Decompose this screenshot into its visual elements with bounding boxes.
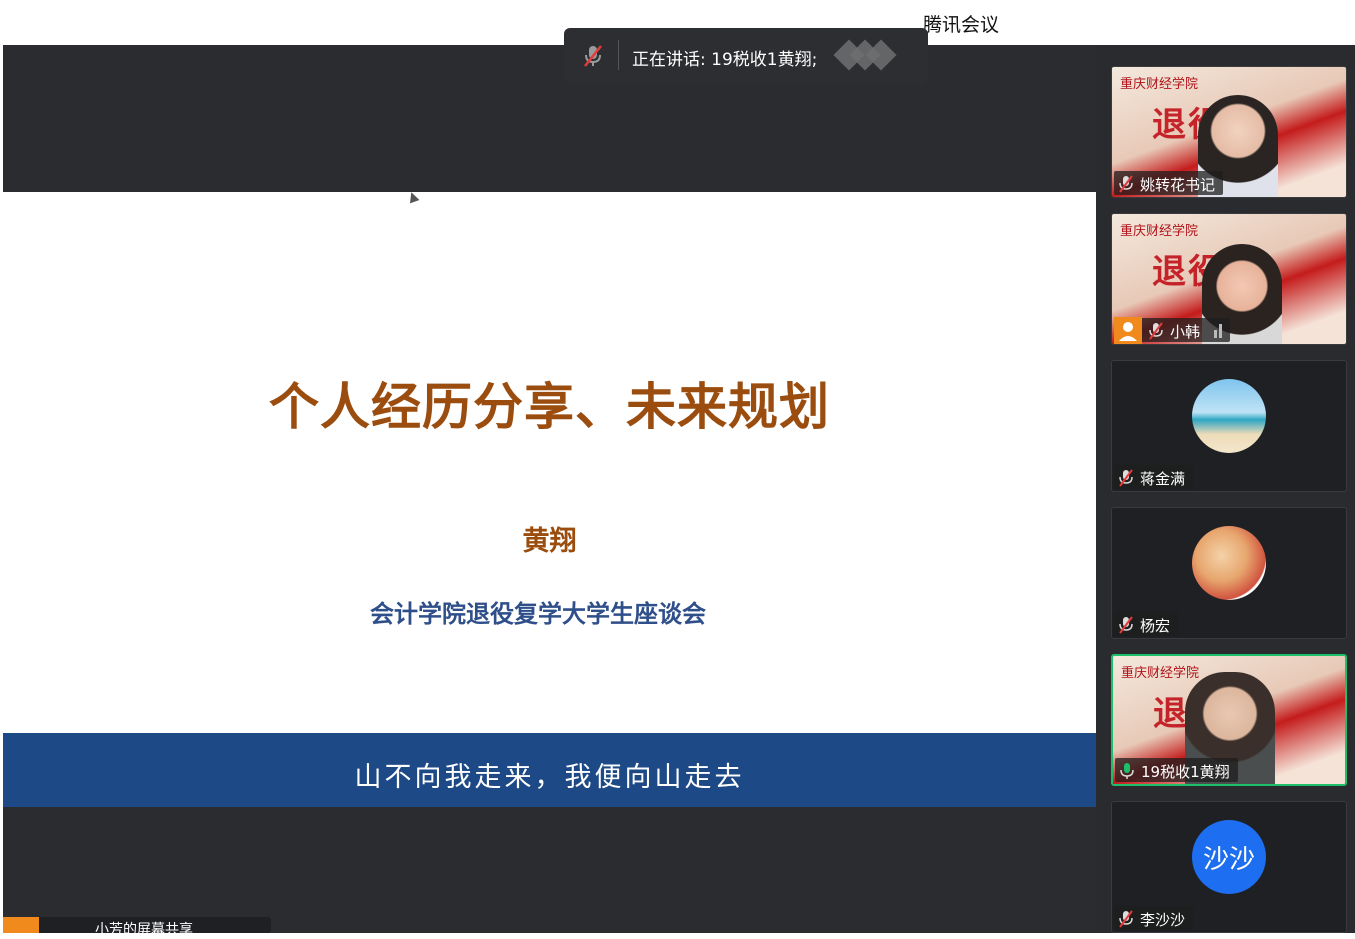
slide-title: 个人经历分享、未来规划 xyxy=(269,378,830,436)
beach-avatar xyxy=(1192,379,1266,453)
participant-name: 姚转花书记 xyxy=(1140,175,1216,194)
presentation-slide: 个人经历分享、未来规划 黄翔 会计学院退役复学大学生座谈会 山不向我走来，我便向… xyxy=(3,192,1096,807)
screen-share-label-text: 小芳的屏幕共享 xyxy=(95,922,193,938)
host-user-icon xyxy=(3,917,39,933)
signal-bars-icon xyxy=(1214,324,1223,338)
mic-muted-icon xyxy=(1119,469,1133,487)
cartoon-avatar xyxy=(1192,526,1266,600)
initials-avatar: 沙沙 xyxy=(1192,820,1266,894)
mic-muted-icon[interactable] xyxy=(582,44,604,68)
participant-tile[interactable]: 重庆财经学院 退役 志 姚转花书记 xyxy=(1111,66,1347,198)
background-school-name: 重庆财经学院 xyxy=(1120,224,1199,239)
participant-name: 19税收1黄翔 xyxy=(1141,762,1230,781)
mic-muted-icon xyxy=(1119,616,1133,634)
participant-name-label: 小韩 xyxy=(1114,317,1231,344)
slide-subtitle: 会计学院退役复学大学生座谈会 xyxy=(370,600,706,628)
participant-tile[interactable]: 重庆财经学院 退役 志 小韩 xyxy=(1111,213,1347,345)
participant-name-label: 李沙沙 xyxy=(1114,906,1194,930)
mic-muted-icon xyxy=(1119,910,1133,928)
window-title: 腾讯会议 xyxy=(923,14,1000,36)
speaking-text: 正在讲话: 19税收1黄翔; xyxy=(632,50,818,70)
participant-name-label: 19税收1黄翔 xyxy=(1115,758,1238,782)
participant-tile-active-speaker[interactable]: 重庆财经学院 退 志 19税收1黄翔 xyxy=(1111,654,1347,786)
background-school-name: 重庆财经学院 xyxy=(1121,666,1200,681)
mic-active-icon xyxy=(1120,763,1134,779)
mic-muted-icon xyxy=(1119,175,1133,193)
participant-name-label: 杨宏 xyxy=(1114,612,1179,636)
participant-name-label: 蒋金满 xyxy=(1114,465,1194,489)
participant-tile[interactable]: 蒋金满 xyxy=(1111,360,1347,492)
participant-name: 李沙沙 xyxy=(1140,910,1186,929)
screen-share-label: 小芳的屏幕共享 xyxy=(3,917,271,938)
participant-name: 蒋金满 xyxy=(1140,469,1186,488)
participant-tile[interactable]: 杨宏 xyxy=(1111,507,1347,639)
background-school-name: 重庆财经学院 xyxy=(1120,77,1199,92)
mic-muted-icon xyxy=(1149,322,1163,340)
host-user-icon xyxy=(1114,317,1142,344)
slide-banner-text: 山不向我走来，我便向山走去 xyxy=(354,762,745,793)
participant-name: 杨宏 xyxy=(1140,616,1171,635)
participant-tile[interactable]: 沙沙 李沙沙 xyxy=(1111,801,1347,933)
speaking-indicator-bar: 正在讲话: 19税收1黄翔; xyxy=(564,28,928,83)
loading-dots-icon xyxy=(833,39,897,71)
divider xyxy=(618,40,619,70)
slide-author: 黄翔 xyxy=(522,526,577,557)
slide-banner: 山不向我走来，我便向山走去 xyxy=(3,733,1096,807)
participant-name: 小韩 xyxy=(1170,322,1201,341)
participant-name-label: 姚转花书记 xyxy=(1114,171,1224,195)
